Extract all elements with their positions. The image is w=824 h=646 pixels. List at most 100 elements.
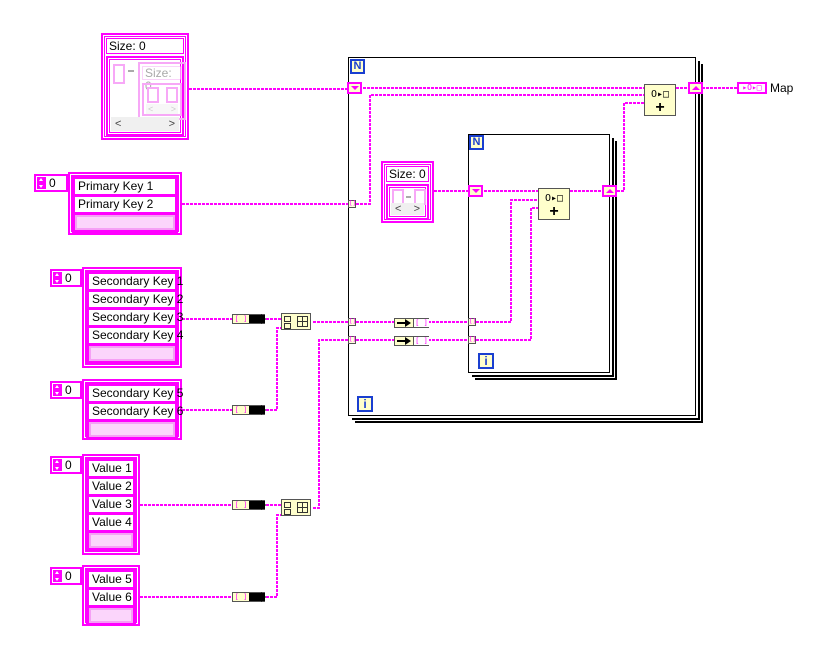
array-element-empty[interactable] [86,419,178,440]
nav-right-icon[interactable]: > [414,203,420,215]
array-element-value: Value 3 [89,497,133,512]
arrow-icon [249,592,266,602]
to-variant-node[interactable]: [ ] [232,592,266,602]
to-variant-node[interactable]: [ ] [232,314,266,324]
array-elements: Value 5 Value 6 [86,569,136,626]
inner-shift-register-right[interactable] [602,185,617,197]
empty-slot-fill [89,533,133,548]
array-element-value: Value 4 [89,515,133,530]
array-element-value: Value 6 [89,590,133,605]
outer-shift-register-left[interactable] [347,82,362,94]
map-indicator[interactable]: ▸O▸□ [737,82,767,94]
arrow-icon [406,196,411,198]
array-element-value: Secondary Key 1 [89,274,183,289]
secondary-keys-a-array[interactable]: Secondary Key 1 Secondary Key 2 Secondary … [82,267,183,368]
build-array-node-values[interactable] [281,499,311,516]
key-slot [113,64,125,84]
inner-shift-register-left[interactable] [468,185,483,197]
empty-slot-fill [75,215,175,230]
array-element[interactable]: Secondary Key 1 [86,271,183,289]
empty-slot [89,346,175,361]
map-nav[interactable]: < > [391,203,424,215]
empty-slot [89,608,133,623]
secondary-keys-b-array[interactable]: Secondary Key 5 Secondary Key 6 [82,379,183,440]
secondary-key-tunnel[interactable]: [] [348,318,356,326]
primary-keys-index[interactable]: 0 [34,174,68,192]
value-tunnel[interactable]: [] [348,336,356,344]
plus-icon: + [655,99,665,116]
array-element[interactable]: Value 6 [86,587,136,605]
array-element[interactable]: Secondary Key 6 [86,401,183,419]
array-element-value: Value 2 [89,479,133,494]
index-value: 0 [49,176,56,190]
array-element[interactable]: Value 3 [86,494,136,512]
secondary-keys-a-index[interactable]: 0 [50,269,82,287]
array-element[interactable]: Value 2 [86,476,136,494]
primary-keys-array[interactable]: Primary Key 1 Primary Key 2 [68,172,182,235]
array-elements: Secondary Key 1 Secondary Key 2 Secondary … [86,271,183,364]
input-terminal-icon [284,509,291,515]
outer-shift-register-right[interactable] [688,82,703,94]
array-element-empty[interactable] [86,343,178,364]
array-element-value: Value 1 [89,461,133,476]
insert-into-map-inner[interactable]: O▸□ + [538,188,570,220]
build-array-node-keys[interactable] [281,313,311,330]
variant-to-data-node[interactable]: [ ] [394,336,429,346]
nav-right-icon[interactable]: > [169,117,175,131]
spinner-icon[interactable] [53,570,62,582]
wire-values-built [313,339,348,509]
values-a-index[interactable]: 0 [50,456,82,474]
array-element[interactable]: Value 4 [86,512,136,530]
array-element[interactable]: Secondary Key 2 [86,289,183,307]
values-b-array[interactable]: Value 5 Value 6 [82,565,140,626]
secondary-keys-b-index[interactable]: 0 [50,381,82,399]
spinner-icon[interactable] [37,177,46,189]
array-element[interactable]: Secondary Key 4 [86,325,183,343]
arrow-icon [397,319,411,327]
index-value: 0 [65,271,72,285]
variant-icon: [ ] [413,319,429,327]
arrow-icon [249,405,266,415]
primary-key-tunnel[interactable]: [] [348,200,356,208]
empty-slot [75,215,175,230]
array-element[interactable]: Value 1 [86,458,136,476]
inner-value-tunnel[interactable]: [] [468,336,476,344]
map-constant-top[interactable]: Size: 0 Size: 0 < > < > [101,33,189,140]
array-element-empty[interactable] [86,530,136,551]
values-b-index[interactable]: 0 [50,567,82,585]
input-terminal-icon [284,323,291,329]
spinner-icon[interactable] [53,384,62,396]
variant-icon: [ ] [234,593,248,601]
array-element[interactable]: Primary Key 1 [72,176,178,194]
outer-loop-count-terminal[interactable]: N [350,59,365,74]
inner-map-constant[interactable]: Size: 0 < > [381,161,434,223]
values-a-array[interactable]: Value 1 Value 2 Value 3 Value 4 [82,454,140,555]
array-element[interactable]: Primary Key 2 [72,194,178,212]
spinner-icon[interactable] [53,272,62,284]
variant-to-data-node[interactable]: [ ] [394,318,429,328]
array-element[interactable]: Secondary Key 5 [86,383,183,401]
map-nav[interactable]: < > [111,117,179,131]
insert-into-map-outer[interactable]: O▸□ + [644,84,676,116]
array-element-value: Secondary Key 3 [89,310,183,325]
nav-left-icon[interactable]: < [395,203,401,215]
inner-loop-count-terminal[interactable]: N [469,135,484,150]
array-element-value: Secondary Key 2 [89,292,183,307]
inner-secondary-key-tunnel[interactable]: [] [468,318,476,326]
spinner-icon[interactable] [53,459,62,471]
array-element[interactable]: Secondary Key 3 [86,307,183,325]
to-variant-node[interactable]: [ ] [232,405,266,415]
empty-slot [89,533,133,548]
wire-values-b2 [266,514,281,598]
inner-for-loop[interactable] [468,134,610,373]
index-value: 0 [65,458,72,472]
array-element[interactable]: Value 5 [86,569,136,587]
nav-left-icon[interactable]: < [115,117,121,131]
to-variant-node[interactable]: [ ] [232,500,266,510]
array-element-value: Secondary Key 4 [89,328,183,343]
array-element-empty[interactable] [86,605,136,626]
array-element-empty[interactable] [72,212,178,233]
nested-key-slot [147,87,159,103]
input-terminal-icon [284,316,291,322]
inner-loop-iteration-terminal: i [478,353,494,369]
